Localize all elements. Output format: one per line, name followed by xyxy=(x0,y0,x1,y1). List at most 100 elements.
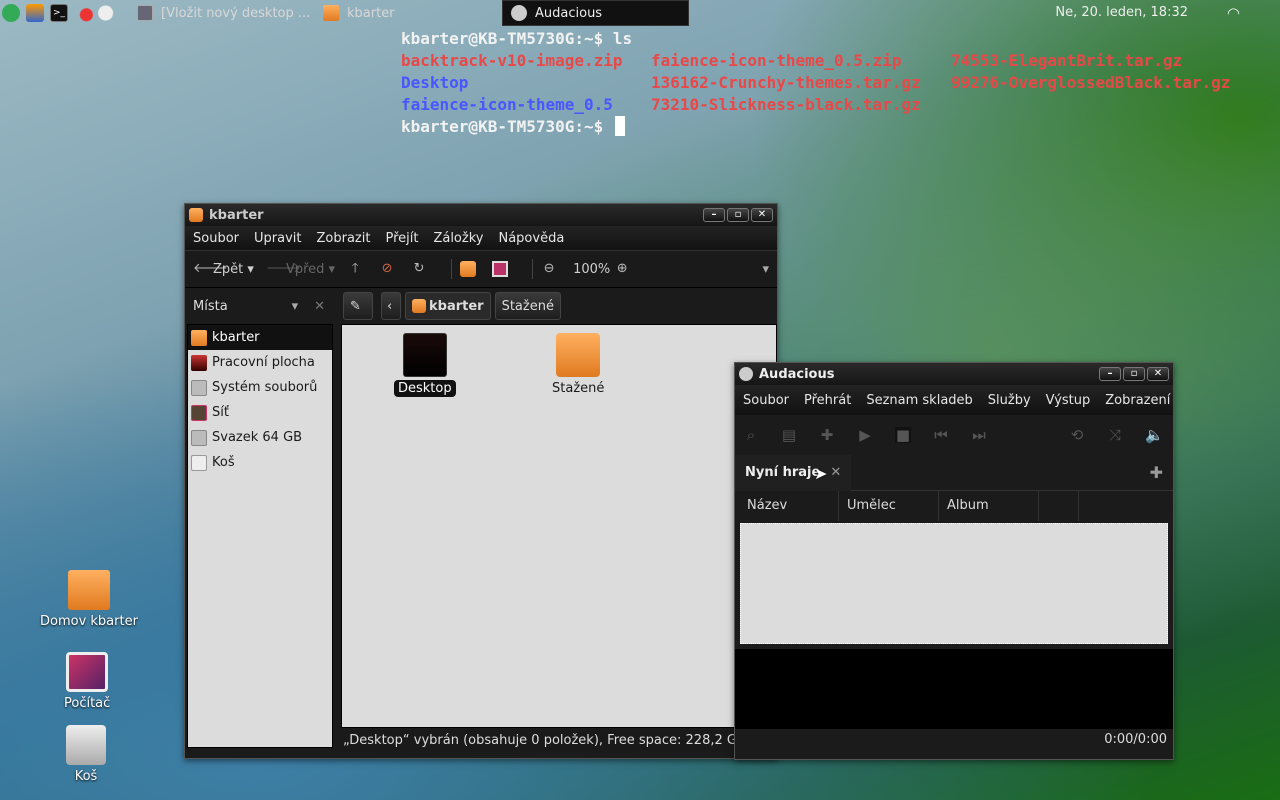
home-folder-icon xyxy=(412,299,426,313)
menu-help[interactable]: Nápověda xyxy=(498,231,564,246)
add-icon[interactable]: ✚ xyxy=(819,427,835,443)
title-bar[interactable]: kbarter – ▫ ✕ xyxy=(185,204,777,226)
arrow-up-icon: 🡑 xyxy=(351,261,359,276)
audacious-icon xyxy=(739,367,753,381)
home-button[interactable] xyxy=(460,261,480,277)
reload-icon: ↻ xyxy=(413,261,425,276)
chevron-down-icon: ▾ xyxy=(291,298,299,314)
task-browser[interactable]: [Vložit nový desktop ... xyxy=(137,0,310,26)
menu-playlist[interactable]: Seznam skladeb xyxy=(866,393,972,408)
computer-button[interactable] xyxy=(492,261,512,277)
menu-view[interactable]: Zobrazení xyxy=(1105,393,1170,408)
next-icon[interactable]: ⏭ xyxy=(971,427,987,443)
shuffle-icon[interactable]: ⤨ xyxy=(1107,427,1123,443)
desktop-icon-trash[interactable]: Koš xyxy=(66,725,106,784)
player-toolbar: ⌕ ▤ ✚ ▶ ■ ⏮ ⏭ ⟲ ⤨ 🔈 xyxy=(735,415,1173,455)
maximize-button[interactable]: ▫ xyxy=(727,208,749,222)
sidebar-item-volume[interactable]: Svazek 64 GB xyxy=(188,425,332,450)
stop-icon[interactable]: ■ xyxy=(895,427,911,443)
time-display: 0:00/0:00 xyxy=(735,729,1173,751)
task-kbarter[interactable]: kbarter xyxy=(323,0,395,26)
close-icon[interactable]: ✕ xyxy=(314,299,325,314)
visualizer xyxy=(735,649,1173,729)
volume-icon[interactable]: 🔈 xyxy=(1145,427,1164,443)
crumb-kbarter[interactable]: kbarter xyxy=(405,292,491,320)
menu-go[interactable]: Přejít xyxy=(385,231,418,246)
playlist-header: Název Umělec Album xyxy=(739,491,1171,521)
separator xyxy=(451,259,453,279)
sidebar-item-network[interactable]: Síť xyxy=(188,400,332,425)
sidebar-item-trash[interactable]: Koš xyxy=(188,450,332,475)
menu-file[interactable]: Soubor xyxy=(743,393,789,408)
play-icon[interactable]: ▶ xyxy=(857,427,873,443)
places-selector[interactable]: Místa ▾ ✕ xyxy=(185,288,333,324)
back-button[interactable]: 🡐 Zpět ▾ xyxy=(193,261,254,277)
maximize-button[interactable]: ▫ xyxy=(1123,367,1145,381)
desktop-icon-computer[interactable]: Počítač xyxy=(64,652,110,711)
toolbar: 🡐 Zpět ▾ 🡒 Vpřed ▾ 🡑 ⊘ ↻ ⊖ 100% ⊕ ▾ xyxy=(185,250,777,288)
menu-output[interactable]: Výstup xyxy=(1046,393,1091,408)
up-button[interactable]: 🡑 xyxy=(347,261,367,277)
column-album[interactable]: Album xyxy=(939,491,1039,521)
close-icon[interactable]: ✕ xyxy=(830,465,841,480)
search-icon[interactable]: ⌕ xyxy=(743,427,759,443)
sidebar-item-filesystem[interactable]: Systém souborů xyxy=(188,375,332,400)
menu-bookmarks[interactable]: Záložky xyxy=(433,231,483,246)
minimize-button[interactable]: – xyxy=(703,208,725,222)
reload-button[interactable]: ↻ xyxy=(411,261,431,277)
menu-file[interactable]: Soubor xyxy=(193,231,239,246)
terminal-icon[interactable]: >_ xyxy=(50,4,68,22)
desktop-icon-home[interactable]: Domov kbarter xyxy=(40,570,138,629)
clock[interactable]: Ne, 20. leden, 18:32 xyxy=(1055,5,1188,20)
previous-icon[interactable]: ⏮ xyxy=(933,427,949,443)
file-item-desktop[interactable]: Desktop xyxy=(394,333,456,397)
repeat-icon[interactable]: ⟲ xyxy=(1069,427,1085,443)
add-tab-icon[interactable]: ✚ xyxy=(1150,463,1163,482)
firefox-icon[interactable] xyxy=(26,4,44,22)
menu-services[interactable]: Služby xyxy=(988,393,1031,408)
minimize-button[interactable]: – xyxy=(1099,367,1121,381)
forward-button[interactable]: 🡒 Vpřed ▾ xyxy=(266,261,335,277)
file-item-downloads[interactable]: Stažené xyxy=(552,333,604,396)
drive-icon xyxy=(191,379,207,396)
zoom-in-icon: ⊕ xyxy=(616,261,628,276)
stop-button[interactable]: ⊘ xyxy=(379,261,399,277)
close-button[interactable]: ✕ xyxy=(1147,367,1169,381)
column-extra[interactable] xyxy=(1079,491,1167,521)
playlist-area[interactable] xyxy=(740,523,1168,644)
location-bar: Místa ▾ ✕ ✎ ‹ kbarter Stažené xyxy=(185,288,777,324)
task-audacious[interactable]: Audacious xyxy=(502,0,689,26)
sidebar-item-desktop[interactable]: Pracovní plocha xyxy=(188,350,332,375)
status-bar: „Desktop“ vybrán (obsahuje 0 položek), F… xyxy=(341,730,777,752)
column-extra[interactable] xyxy=(1039,491,1079,521)
sidebar-item-kbarter[interactable]: kbarter xyxy=(188,325,332,350)
app-launcher-icon[interactable] xyxy=(72,4,120,22)
terminal-output: kbarter@KB-TM5730G:~$ ls backtrack-v10-i… xyxy=(401,29,1231,136)
crumb-downloads[interactable]: Stažené xyxy=(494,292,561,320)
menu-edit[interactable]: Upravit xyxy=(254,231,301,246)
zoom-level: 100% xyxy=(573,261,611,277)
title-bar[interactable]: Audacious – ▫ ✕ xyxy=(735,363,1173,385)
crumb-back-button[interactable]: ‹ xyxy=(381,292,401,320)
menu-playback[interactable]: Přehrát xyxy=(804,393,851,408)
edit-location-button[interactable]: ✎ xyxy=(343,292,373,320)
audacious-icon xyxy=(511,5,527,21)
zoom-out-icon: ⊖ xyxy=(543,261,555,276)
chevron-down-icon[interactable]: ▾ xyxy=(762,262,769,277)
home-folder-icon xyxy=(67,570,110,610)
open-file-icon[interactable]: ▤ xyxy=(781,427,797,443)
file-manager-window: kbarter – ▫ ✕ Soubor Upravit Zobrazit Př… xyxy=(184,203,778,759)
desktop-icon xyxy=(191,354,207,371)
home-folder-icon xyxy=(460,261,477,277)
close-button[interactable]: ✕ xyxy=(751,208,773,222)
tab-now-playing[interactable]: Nyní hraje ✕ xyxy=(735,454,852,491)
column-title[interactable]: Název xyxy=(739,491,839,521)
zoom-out-button[interactable]: ⊖ xyxy=(541,261,561,277)
menu-icon[interactable] xyxy=(2,4,20,22)
column-artist[interactable]: Umělec xyxy=(839,491,939,521)
home-folder-icon xyxy=(323,5,339,21)
zoom-in-button[interactable]: ⊕ xyxy=(614,261,634,277)
file-view: Desktop Stažené xyxy=(341,324,777,728)
wifi-icon[interactable]: ◠ xyxy=(1227,4,1240,22)
menu-view[interactable]: Zobrazit xyxy=(316,231,370,246)
